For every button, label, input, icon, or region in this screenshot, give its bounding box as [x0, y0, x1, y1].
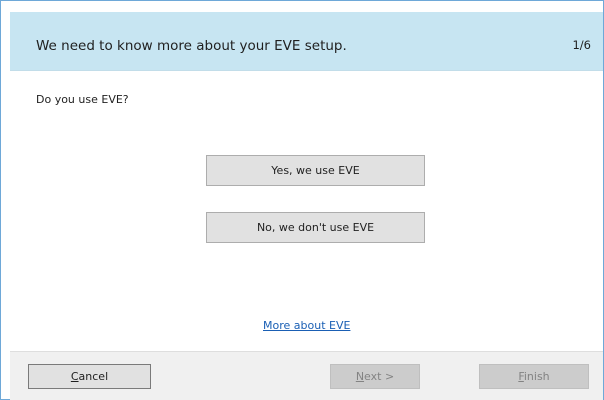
next-button[interactable]: Next >: [330, 364, 420, 389]
yes-use-eve-label: Yes, we use EVE: [271, 164, 360, 177]
window-frame: [1, 1, 10, 399]
next-label: Next >: [355, 370, 395, 383]
no-use-eve-label: No, we don't use EVE: [256, 221, 375, 234]
cancel-button[interactable]: Cancel: [28, 364, 151, 389]
question-label: Do you use EVE?: [36, 93, 129, 106]
cancel-label: Cancel: [70, 370, 109, 383]
finish-label: Finish: [518, 370, 550, 383]
finish-button[interactable]: Finish: [479, 364, 589, 389]
no-use-eve-button[interactable]: No, we don't use EVE: [206, 212, 425, 243]
wizard-window: We need to know more about your EVE setu…: [0, 0, 604, 400]
wizard-footer: Cancel Next > Finish: [10, 351, 603, 400]
wizard-content: Do you use EVE? Yes, we use EVE No, we d…: [10, 71, 603, 350]
page-title: We need to know more about your EVE setu…: [36, 38, 347, 54]
wizard-header: We need to know more about your EVE setu…: [10, 12, 603, 71]
yes-use-eve-button[interactable]: Yes, we use EVE: [206, 155, 425, 186]
step-counter: 1/6: [572, 38, 591, 52]
more-about-eve-link[interactable]: More about EVE: [263, 319, 350, 332]
